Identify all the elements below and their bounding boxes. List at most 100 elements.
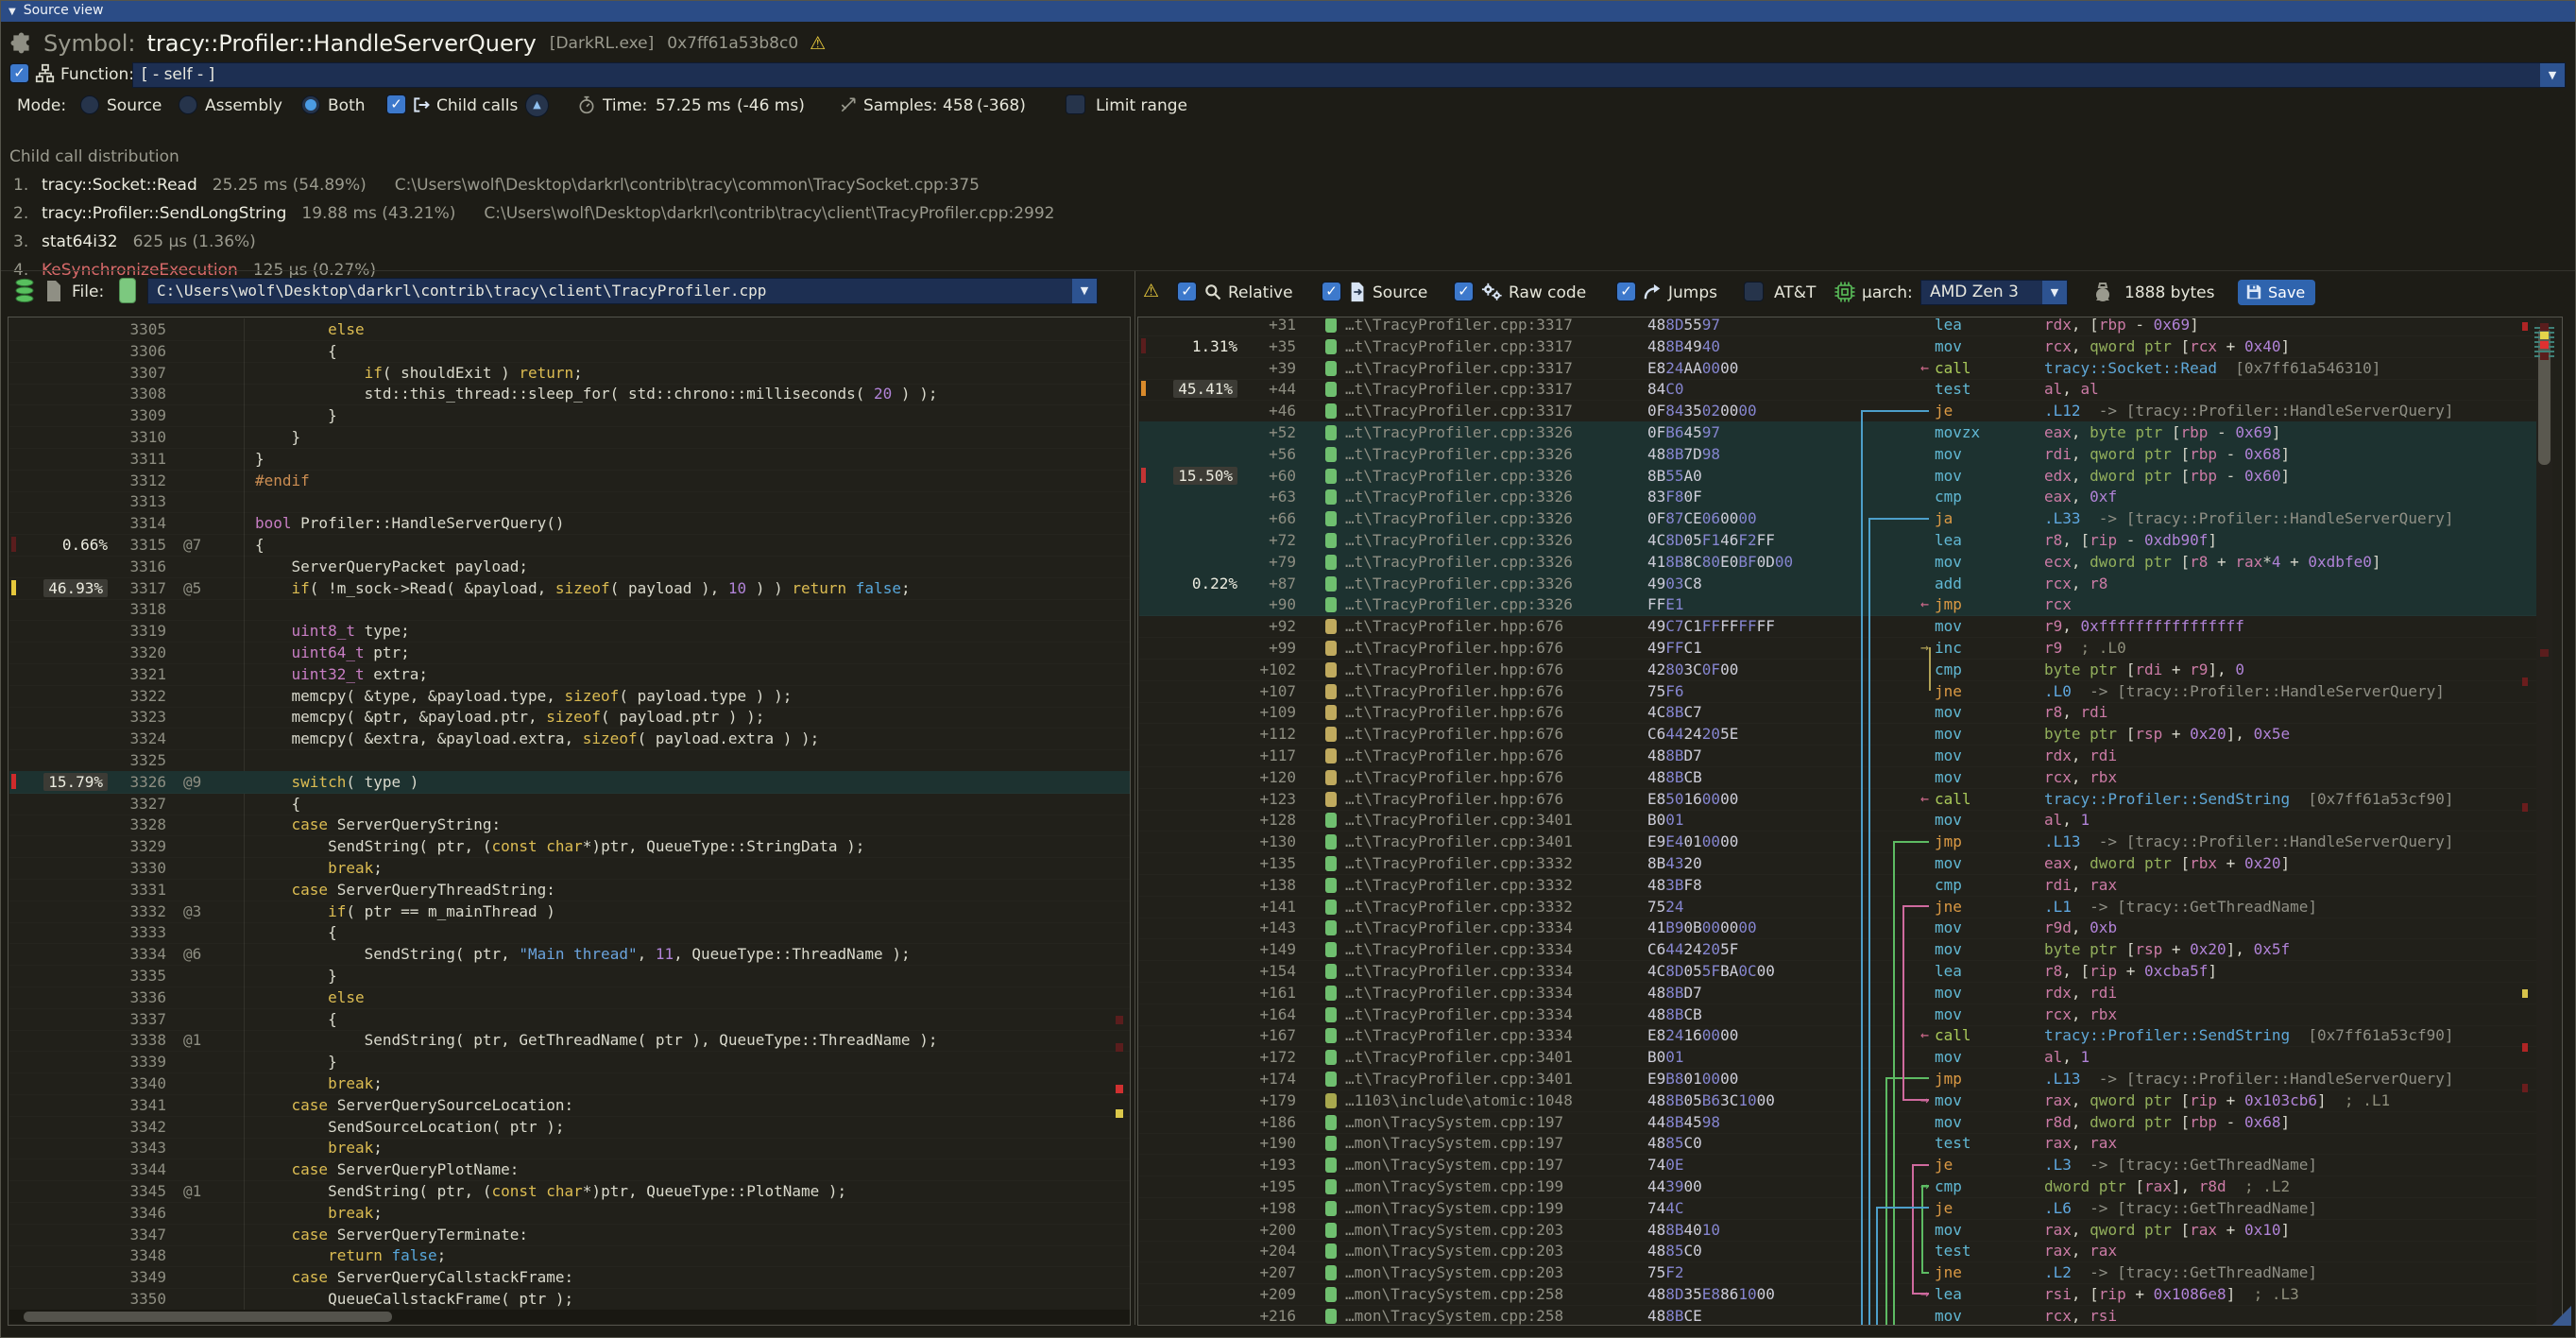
source-line[interactable]: 3309 } <box>9 404 1130 427</box>
child-call-item[interactable]: 2.tracy::Profiler::SendLongString19.88 m… <box>13 204 1054 225</box>
asm-row[interactable]: +167…t\TracyProfiler.cpp:3334E824160000←… <box>1139 1024 2536 1047</box>
source-line[interactable]: 3333 { <box>9 921 1130 944</box>
child-call-item[interactable]: 1.tracy::Socket::Read25.25 ms (54.89%)C:… <box>13 176 980 197</box>
asm-source-location[interactable]: …t\TracyProfiler.cpp:3326 <box>1345 573 1573 594</box>
source-line[interactable]: 3316 ServerQueryPacket payload; <box>9 556 1130 578</box>
asm-row[interactable]: +198…mon\TracySystem.cpp:199744Cje.L6 ->… <box>1139 1197 2536 1220</box>
asm-row[interactable]: +186…mon\TracySystem.cpp:197448B4598movr… <box>1139 1111 2536 1134</box>
source-line[interactable]: 3307 if( shouldExit ) return; <box>9 362 1130 385</box>
mode-radio-both[interactable] <box>301 95 320 114</box>
child-calls-checkbox[interactable]: ✓ <box>386 94 406 114</box>
asm-row[interactable]: +128…t\TracyProfiler.cpp:3401B001moval, … <box>1139 809 2536 832</box>
asm-source-location[interactable]: …t\TracyProfiler.cpp:3334 <box>1345 960 1573 982</box>
asm-source-location[interactable]: …t\TracyProfiler.cpp:3317 <box>1345 318 1573 335</box>
source-line[interactable]: 3330 break; <box>9 857 1130 880</box>
asm-row[interactable]: +195…mon\TracySystem.cpp:199443900→cmpdw… <box>1139 1175 2536 1198</box>
asm-source-location[interactable]: …t\TracyProfiler.cpp:3401 <box>1345 1046 1573 1068</box>
asm-row[interactable]: +207…mon\TracySystem.cpp:20375F2jne.L2 -… <box>1139 1261 2536 1284</box>
asm-source-location[interactable]: …t\TracyProfiler.cpp:3334 <box>1345 982 1573 1004</box>
collapse-triangle-icon[interactable]: ▼ <box>9 1 16 23</box>
source-line[interactable]: 3319 uint8_t type; <box>9 620 1130 643</box>
resize-grip[interactable] <box>2551 1306 2571 1326</box>
asm-row[interactable]: +79…t\TracyProfiler.cpp:3326418B8C80E0BF… <box>1139 551 2536 574</box>
asm-source-location[interactable]: …mon\TracySystem.cpp:203 <box>1345 1261 1563 1283</box>
function-combo[interactable]: [ - self - ] ▼ <box>132 62 2566 88</box>
asm-row[interactable]: +193…mon\TracySystem.cpp:197740Eje.L3 ->… <box>1139 1154 2536 1176</box>
child-calls-expand-button[interactable]: ▲ <box>525 94 549 117</box>
source-line[interactable]: 3335 } <box>9 965 1130 987</box>
asm-source-location[interactable]: …mon\TracySystem.cpp:258 <box>1345 1305 1563 1325</box>
asm-source-location[interactable]: …t\TracyProfiler.cpp:3326 <box>1345 443 1573 465</box>
asm-source-location[interactable]: …t\TracyProfiler.cpp:3334 <box>1345 1024 1573 1046</box>
asm-row[interactable]: +130…t\TracyProfiler.cpp:3401E9E4010000j… <box>1139 831 2536 853</box>
source-line[interactable]: 3342 SendSourceLocation( ptr ); <box>9 1116 1130 1139</box>
asm-source-location[interactable]: …t\TracyProfiler.cpp:3332 <box>1345 896 1573 918</box>
asm-source-location[interactable]: …mon\TracySystem.cpp:199 <box>1345 1175 1563 1197</box>
asm-row[interactable]: +39…t\TracyProfiler.cpp:3317E824AA0000←c… <box>1139 357 2536 380</box>
asm-row[interactable]: +112…t\TracyProfiler.hpp:676C64424205Emo… <box>1139 723 2536 746</box>
source-line[interactable]: 3322 memcpy( &type, &payload.type, sizeo… <box>9 685 1130 708</box>
source-line[interactable]: 3339 } <box>9 1051 1130 1073</box>
source-line[interactable]: 3311} <box>9 448 1130 471</box>
asm-row[interactable]: +120…t\TracyProfiler.hpp:676488BCBmovrcx… <box>1139 766 2536 789</box>
asm-row[interactable]: +204…mon\TracySystem.cpp:2034885C0testra… <box>1139 1240 2536 1262</box>
scrollbar-thumb[interactable] <box>24 1312 392 1322</box>
source-line[interactable]: 3312#endif <box>9 470 1130 492</box>
asm-row[interactable]: +52…t\TracyProfiler.cpp:33260FB64597movz… <box>1139 421 2536 444</box>
asm-source-location[interactable]: …t\TracyProfiler.cpp:3317 <box>1345 335 1573 357</box>
asm-source-location[interactable]: …t\TracyProfiler.cpp:3334 <box>1345 917 1573 938</box>
asm-row[interactable]: 0.22%+87…t\TracyProfiler.cpp:33264903C8a… <box>1139 573 2536 595</box>
asm-source-location[interactable]: …mon\TracySystem.cpp:197 <box>1345 1111 1563 1133</box>
asm-source-location[interactable]: …t\TracyProfiler.hpp:676 <box>1345 745 1563 766</box>
asm-row[interactable]: +31…t\TracyProfiler.cpp:3317488D5597lear… <box>1139 318 2536 336</box>
asm-source-location[interactable]: …1103\include\atomic:1048 <box>1345 1089 1573 1111</box>
child-call-item[interactable]: 3.stat64i32625 μs (1.36%) <box>13 232 256 253</box>
file-combo[interactable]: C:\Users\wolf\Desktop\darkrl\contrib\tra… <box>147 278 1098 304</box>
source-line[interactable]: 3344 case ServerQueryPlotName: <box>9 1158 1130 1181</box>
asm-row[interactable]: +216…mon\TracySystem.cpp:258488BCEmovrcx… <box>1139 1305 2536 1325</box>
asm-source-location[interactable]: …t\TracyProfiler.hpp:676 <box>1345 723 1563 745</box>
source-line[interactable]: 3346 break; <box>9 1202 1130 1225</box>
source-line[interactable]: 3310 } <box>9 426 1130 449</box>
source-pane[interactable]: 3305 else3306 {3307 if( shouldExit ) ret… <box>8 317 1131 1326</box>
asm-row[interactable]: +107…t\TracyProfiler.hpp:67675F6jne.L0 -… <box>1139 680 2536 703</box>
source-line[interactable]: 3318 <box>9 598 1130 621</box>
asm-row[interactable]: +154…t\TracyProfiler.cpp:33344C8D055FBA0… <box>1139 960 2536 983</box>
source-line[interactable]: 3321 uint32_t extra; <box>9 663 1130 686</box>
asm-source-location[interactable]: …t\TracyProfiler.cpp:3326 <box>1345 551 1573 573</box>
asm-source-location[interactable]: …mon\TracySystem.cpp:258 <box>1345 1283 1563 1305</box>
source-line[interactable]: 3327 { <box>9 793 1130 815</box>
asm-source-location[interactable]: …mon\TracySystem.cpp:199 <box>1345 1197 1563 1219</box>
asm-row[interactable]: +90…t\TracyProfiler.cpp:3326FFE1←jmprcx <box>1139 593 2536 616</box>
source-line[interactable]: 3349 case ServerQueryCallstackFrame: <box>9 1266 1130 1289</box>
source-line[interactable]: 46.93%3317@5 if( !m_sock->Read( &payload… <box>9 577 1130 600</box>
source-line[interactable]: 3343 break; <box>9 1137 1130 1159</box>
march-combo[interactable]: AMD Zen 3 ▼ <box>1920 280 2068 305</box>
source-checkbox[interactable]: ✓ <box>1322 282 1341 301</box>
source-line[interactable]: 3325 <box>9 749 1130 772</box>
chevron-down-icon[interactable]: ▼ <box>2042 281 2067 304</box>
source-line[interactable]: 3320 uint64_t ptr; <box>9 642 1130 664</box>
asm-row[interactable]: +72…t\TracyProfiler.cpp:33264C8D05F146F2… <box>1139 529 2536 552</box>
source-line[interactable]: 3331 case ServerQueryThreadString: <box>9 879 1130 901</box>
source-line[interactable]: 3308 std::this_thread::sleep_for( std::c… <box>9 383 1130 405</box>
asm-row[interactable]: +200…mon\TracySystem.cpp:203488B4010movr… <box>1139 1219 2536 1242</box>
asm-row[interactable]: +92…t\TracyProfiler.hpp:67649C7C1FFFFFFF… <box>1139 615 2536 638</box>
asm-source-location[interactable]: …t\TracyProfiler.hpp:676 <box>1345 659 1563 680</box>
asm-source-location[interactable]: …t\TracyProfiler.cpp:3326 <box>1345 529 1573 551</box>
source-line[interactable]: 3345@1 SendString( ptr, (const char*)ptr… <box>9 1180 1130 1203</box>
asm-row[interactable]: +143…t\TracyProfiler.cpp:333441B90B00000… <box>1139 917 2536 939</box>
asm-row[interactable]: +123…t\TracyProfiler.hpp:676E850160000←c… <box>1139 788 2536 811</box>
asm-row[interactable]: +135…t\TracyProfiler.cpp:33328B4320movea… <box>1139 852 2536 875</box>
asm-row[interactable]: 45.41%+44…t\TracyProfiler.cpp:331784C0te… <box>1139 378 2536 401</box>
asm-source-location[interactable]: …t\TracyProfiler.cpp:3326 <box>1345 486 1573 507</box>
asm-row[interactable]: +174…t\TracyProfiler.cpp:3401E9B8010000j… <box>1139 1068 2536 1090</box>
asm-row[interactable]: +138…t\TracyProfiler.cpp:3332483BF8cmprd… <box>1139 874 2536 897</box>
asm-row[interactable]: 1.31%+35…t\TracyProfiler.cpp:3317488B494… <box>1139 335 2536 358</box>
asm-source-location[interactable]: …t\TracyProfiler.cpp:3317 <box>1345 357 1573 379</box>
asm-row[interactable]: +190…mon\TracySystem.cpp:1974885C0testra… <box>1139 1132 2536 1155</box>
relative-checkbox[interactable]: ✓ <box>1177 282 1197 301</box>
source-line[interactable]: 3336 else <box>9 986 1130 1009</box>
limit-range-checkbox[interactable] <box>1066 94 1085 114</box>
source-line[interactable]: 0.66%3315@7{ <box>9 534 1130 557</box>
